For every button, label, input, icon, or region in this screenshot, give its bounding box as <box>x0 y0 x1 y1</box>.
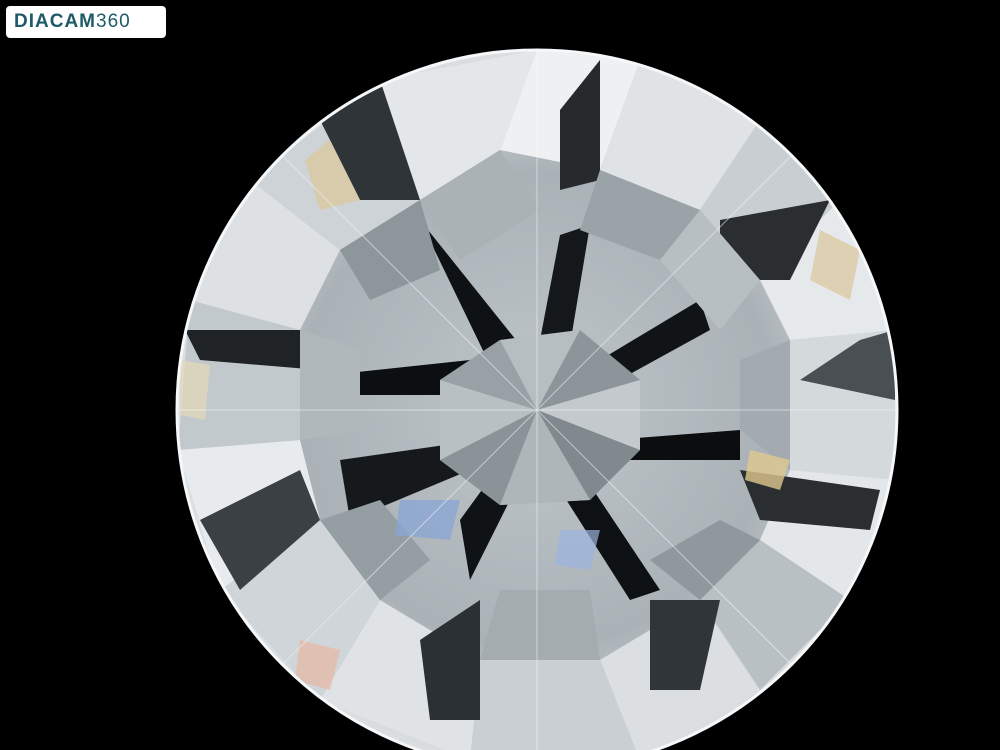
facet <box>880 520 895 600</box>
photo-stage: DIACAM 360 <box>0 0 1000 750</box>
diamond-icon <box>175 48 899 750</box>
facet <box>180 360 210 420</box>
facet <box>480 590 600 660</box>
